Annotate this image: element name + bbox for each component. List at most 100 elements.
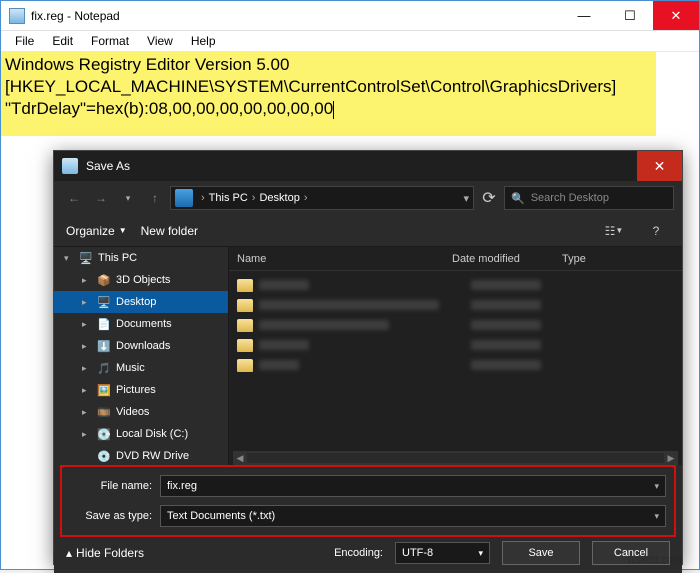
close-button[interactable]: ✕	[653, 1, 699, 30]
dvd-icon: 💿	[96, 449, 112, 463]
horizontal-scrollbar[interactable]: ◀ ▶	[233, 451, 678, 465]
chevron-down-icon[interactable]: ▾	[654, 481, 659, 492]
tree-item-pictures[interactable]: ▸🖼️Pictures	[54, 379, 228, 401]
notepad-titlebar[interactable]: fix.reg - Notepad — ☐ ✕	[1, 1, 699, 31]
expand-icon[interactable]: ▸	[82, 385, 92, 396]
tree-item-localdisk[interactable]: ▸💽Local Disk (C:)	[54, 423, 228, 445]
chevron-up-icon: ▴	[66, 546, 72, 560]
pc-icon: 🖥️	[78, 251, 94, 265]
tree-item-downloads[interactable]: ▸⬇️Downloads	[54, 335, 228, 357]
back-button[interactable]: ←	[62, 186, 86, 210]
filename-label: File name:	[70, 480, 160, 492]
expand-icon[interactable]: ▸	[82, 297, 92, 308]
file-list[interactable]: Name Date modified Type ◀ ▶	[229, 247, 682, 465]
tree-item-desktop[interactable]: ▸🖥️Desktop	[54, 291, 228, 313]
hide-folders-button[interactable]: ▴Hide Folders	[66, 546, 144, 560]
tree-item-thispc[interactable]: ▾🖥️This PC	[54, 247, 228, 269]
column-name[interactable]: Name	[237, 253, 452, 265]
menu-format[interactable]: Format	[83, 32, 137, 50]
view-options-button[interactable]: ☷ ▼	[600, 220, 628, 242]
expand-icon[interactable]: ▸	[82, 275, 92, 286]
maximize-button[interactable]: ☐	[607, 1, 653, 30]
search-icon: 🔍	[511, 192, 525, 205]
tree-item-dvd[interactable]: 💿DVD RW Drive	[54, 445, 228, 465]
scroll-right-icon[interactable]: ▶	[664, 451, 678, 465]
text-cursor	[333, 101, 334, 119]
encoding-label: Encoding:	[334, 547, 383, 559]
pc-icon	[175, 189, 193, 207]
column-date[interactable]: Date modified	[452, 253, 562, 265]
menu-help[interactable]: Help	[183, 32, 224, 50]
notepad-menu: File Edit Format View Help	[1, 31, 699, 52]
new-folder-button[interactable]: New folder	[141, 224, 198, 238]
save-icon	[62, 158, 78, 174]
chevron-right-icon[interactable]: ›	[300, 192, 312, 204]
address-bar[interactable]: › This PC › Desktop › ▾	[170, 186, 474, 210]
tree-item-videos[interactable]: ▸🎞️Videos	[54, 401, 228, 423]
path-segment[interactable]: Desktop	[259, 192, 299, 204]
minimize-button[interactable]: —	[561, 1, 607, 30]
folder-icon	[237, 339, 253, 352]
menu-edit[interactable]: Edit	[44, 32, 81, 50]
folder-icon: 📦	[96, 273, 112, 287]
disk-icon: 💽	[96, 427, 112, 441]
history-dropdown-icon[interactable]: ▾	[116, 186, 140, 210]
collapse-icon[interactable]: ▾	[64, 253, 74, 264]
close-button[interactable]: ✕	[637, 151, 682, 181]
nav-bar: ← → ▾ ↑ › This PC › Desktop › ▾ ⟳ 🔍 Sear…	[54, 181, 682, 215]
folder-icon	[237, 359, 253, 372]
tree-item-documents[interactable]: ▸📄Documents	[54, 313, 228, 335]
organize-menu[interactable]: Organize▼	[66, 224, 127, 238]
chevron-down-icon[interactable]: ▾	[654, 511, 659, 522]
watermark: wskdit.com	[628, 554, 682, 566]
expand-icon[interactable]: ▸	[82, 363, 92, 374]
saveas-title: Save As	[86, 159, 637, 173]
text-line: Windows Registry Editor Version 5.00	[5, 54, 652, 76]
saveastype-label: Save as type:	[70, 510, 160, 522]
videos-icon: 🎞️	[96, 405, 112, 419]
search-placeholder: Search Desktop	[531, 192, 609, 204]
notepad-title: fix.reg - Notepad	[31, 9, 561, 23]
list-item[interactable]	[237, 315, 674, 335]
saveas-titlebar[interactable]: Save As ✕	[54, 151, 682, 181]
list-item[interactable]	[237, 275, 674, 295]
text-line: "TdrDelay"=hex(b):08,00,00,00,00,00,00,0…	[5, 98, 652, 120]
tree-item-music[interactable]: ▸🎵Music	[54, 357, 228, 379]
forward-button[interactable]: →	[89, 186, 113, 210]
documents-icon: 📄	[96, 317, 112, 331]
folder-icon	[237, 319, 253, 332]
folder-icon	[237, 299, 253, 312]
column-type[interactable]: Type	[562, 253, 682, 265]
filename-input[interactable]: fix.reg▾	[160, 475, 666, 497]
folder-tree[interactable]: ▾🖥️This PC ▸📦3D Objects ▸🖥️Desktop ▸📄Doc…	[54, 247, 229, 465]
expand-icon[interactable]: ▸	[82, 429, 92, 440]
expand-icon[interactable]: ▸	[82, 319, 92, 330]
up-button[interactable]: ↑	[143, 186, 167, 210]
refresh-button[interactable]: ⟳	[477, 186, 501, 210]
pictures-icon: 🖼️	[96, 383, 112, 397]
path-segment[interactable]: This PC	[209, 192, 248, 204]
notepad-icon	[9, 8, 25, 24]
dialog-bottom-bar: ▴Hide Folders Encoding: UTF-8▾ Save Canc…	[54, 537, 682, 573]
notepad-textarea[interactable]: Windows Registry Editor Version 5.00 [HK…	[1, 52, 656, 136]
dropdown-icon[interactable]: ▾	[459, 192, 473, 205]
menu-file[interactable]: File	[7, 32, 42, 50]
expand-icon[interactable]: ▸	[82, 407, 92, 418]
folder-icon	[237, 279, 253, 292]
encoding-select[interactable]: UTF-8▾	[395, 542, 490, 564]
help-button[interactable]: ?	[642, 220, 670, 242]
list-item[interactable]	[237, 295, 674, 315]
text-line: [HKEY_LOCAL_MACHINE\SYSTEM\CurrentContro…	[5, 76, 652, 98]
list-header[interactable]: Name Date modified Type	[229, 247, 682, 271]
expand-icon[interactable]: ▸	[82, 341, 92, 352]
saveastype-select[interactable]: Text Documents (*.txt)▾	[160, 505, 666, 527]
scroll-left-icon[interactable]: ◀	[233, 451, 247, 465]
chevron-right-icon[interactable]: ›	[197, 192, 209, 204]
chevron-right-icon[interactable]: ›	[248, 192, 260, 204]
list-item[interactable]	[237, 355, 674, 375]
list-item[interactable]	[237, 335, 674, 355]
save-button[interactable]: Save	[502, 541, 580, 565]
search-input[interactable]: 🔍 Search Desktop	[504, 186, 674, 210]
tree-item-3dobjects[interactable]: ▸📦3D Objects	[54, 269, 228, 291]
menu-view[interactable]: View	[139, 32, 181, 50]
